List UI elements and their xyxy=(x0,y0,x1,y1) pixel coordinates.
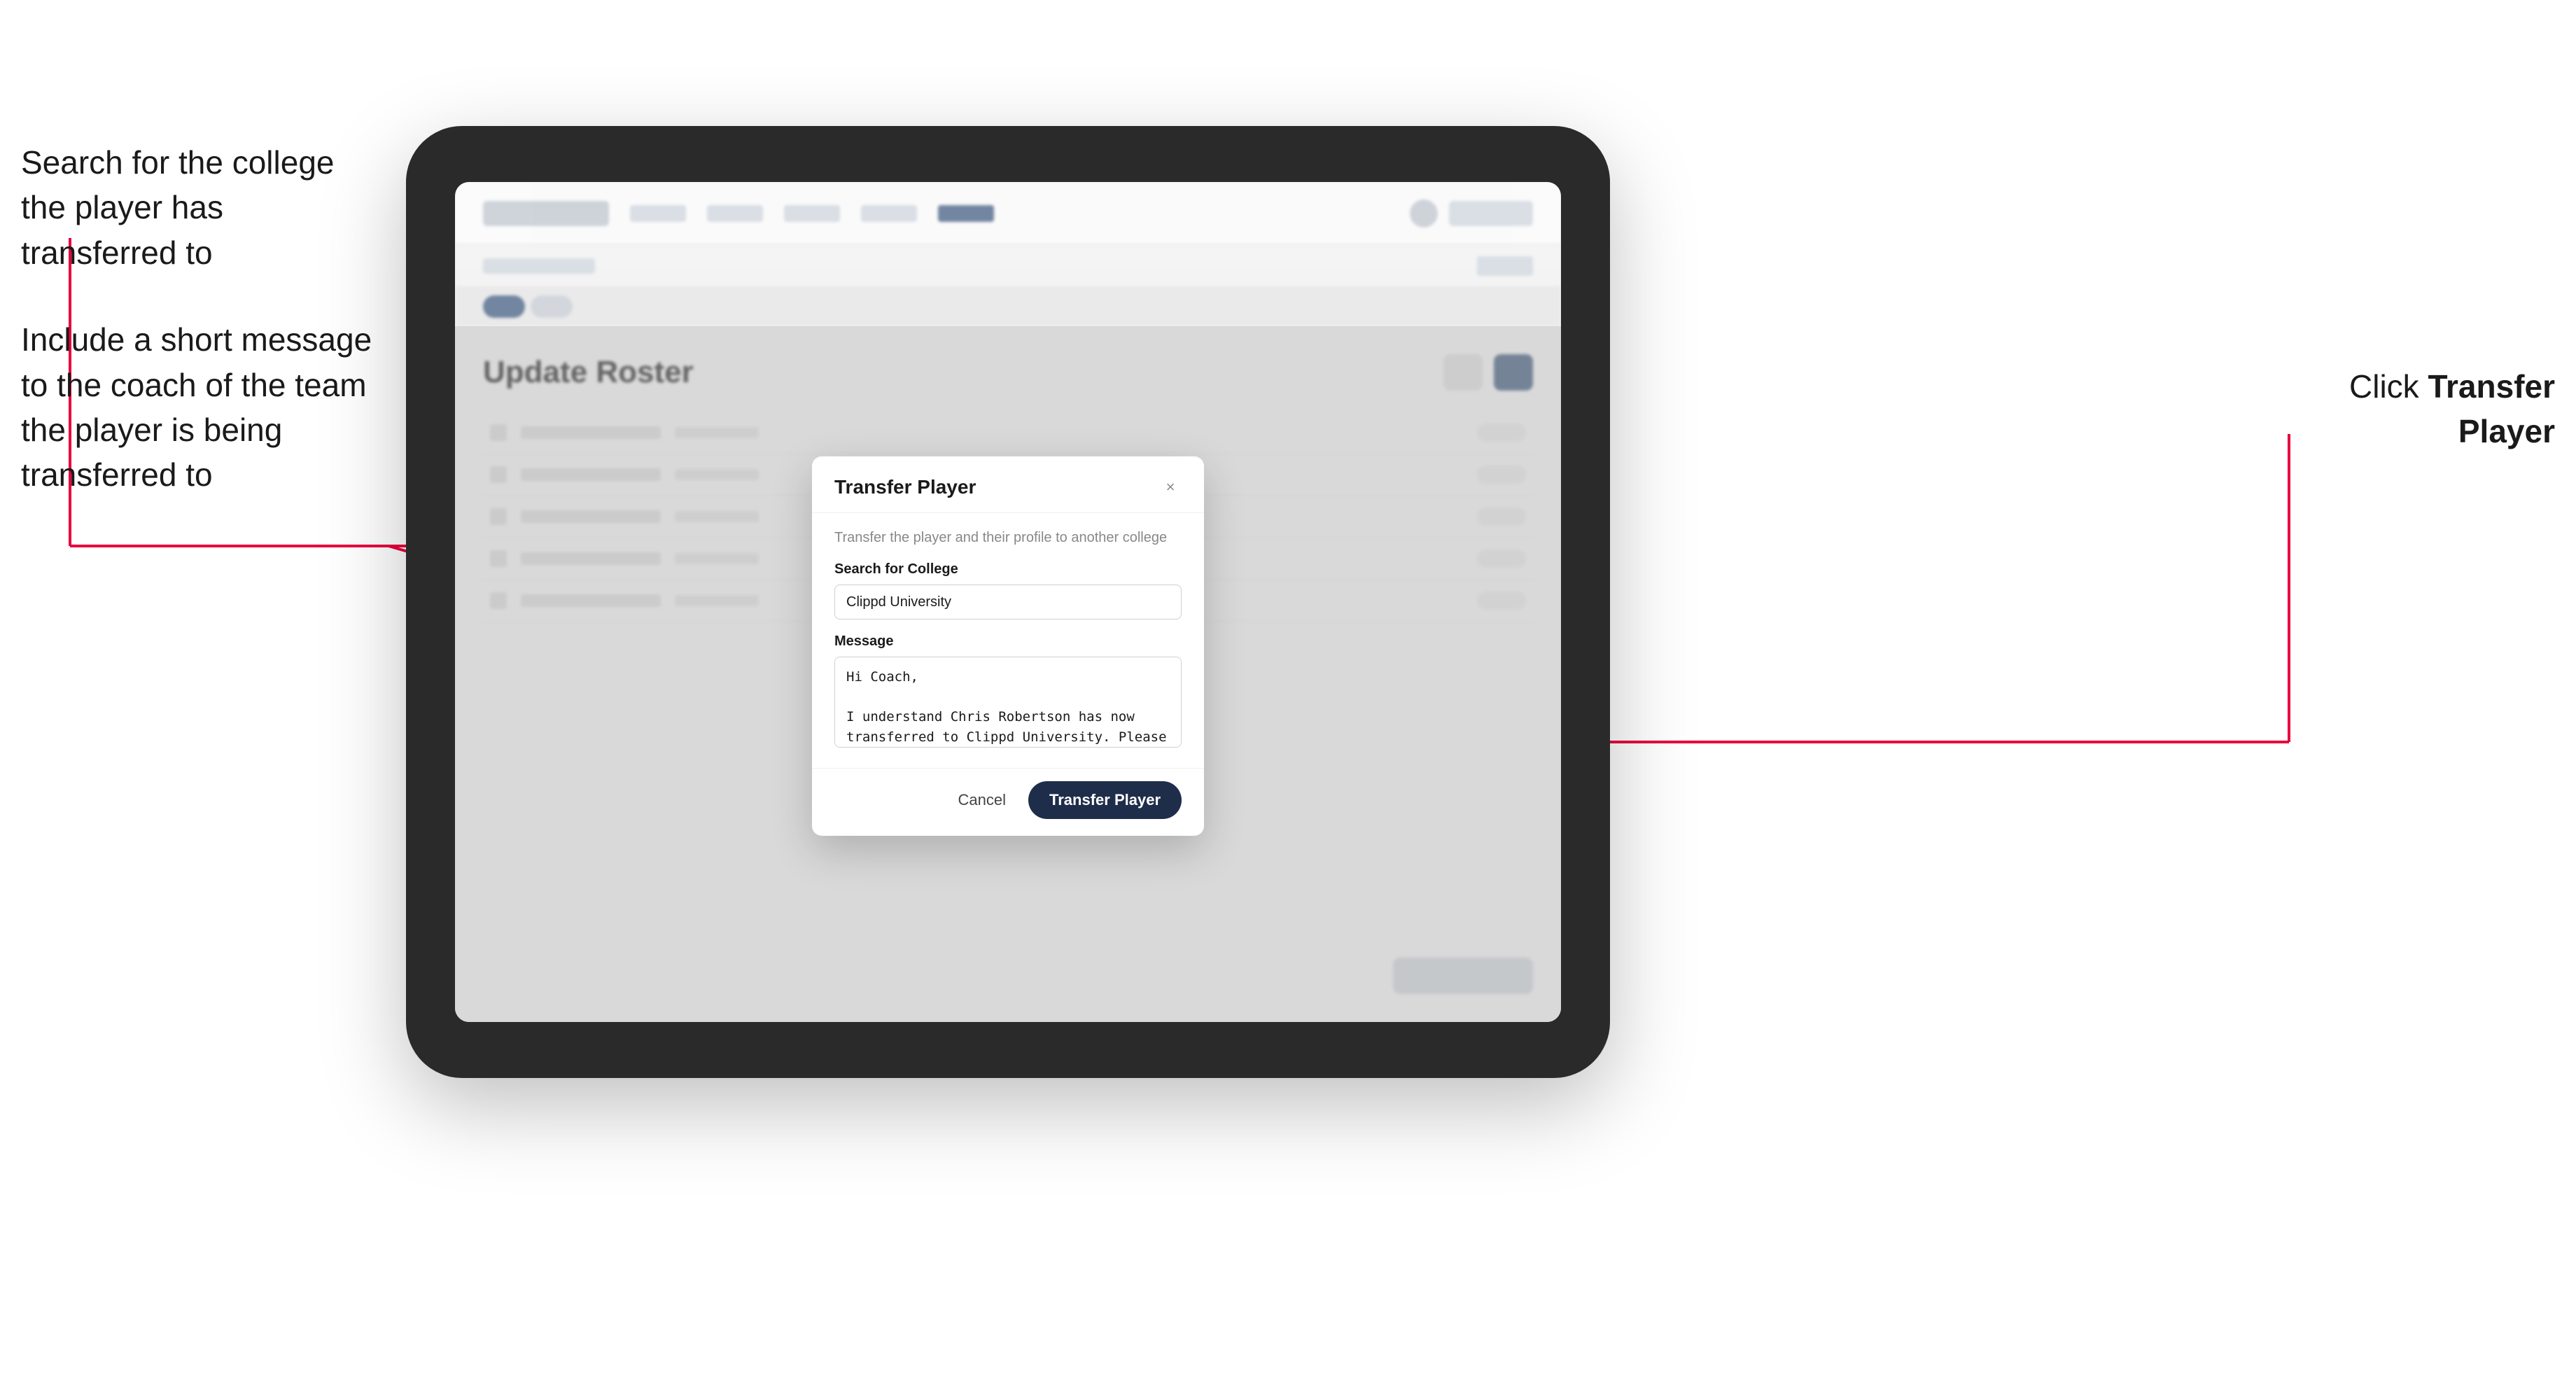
transfer-player-button[interactable]: Transfer Player xyxy=(1028,781,1182,819)
dialog-close-button[interactable]: × xyxy=(1159,476,1182,498)
tab-inactive-1 xyxy=(531,295,573,318)
annotation-search-text: Search for the college the player has tr… xyxy=(21,140,385,275)
nav-button xyxy=(1449,201,1533,226)
sub-header xyxy=(455,245,1561,287)
dialog-footer: Cancel Transfer Player xyxy=(812,768,1204,836)
tablet-frame: Update Roster xyxy=(406,126,1610,1078)
filter-tabs xyxy=(455,287,1561,326)
sub-item-1 xyxy=(483,258,595,274)
annotation-right: Click Transfer Player xyxy=(2261,364,2555,454)
sub-right-btn xyxy=(1477,256,1533,276)
search-college-label: Search for College xyxy=(834,561,1182,578)
annotation-left: Search for the college the player has tr… xyxy=(21,140,385,540)
nav-item-community xyxy=(630,205,686,222)
annotation-click-text: Click Transfer Player xyxy=(2261,364,2555,454)
tab-active xyxy=(483,295,525,318)
dialog-body: Transfer the player and their profile to… xyxy=(812,513,1204,768)
dialog-title: Transfer Player xyxy=(834,476,976,498)
dialog-header: Transfer Player × xyxy=(812,456,1204,513)
annotation-message-text: Include a short message to the coach of … xyxy=(21,317,385,498)
cancel-button[interactable]: Cancel xyxy=(947,784,1017,816)
message-label: Message xyxy=(834,634,1182,650)
app-navbar xyxy=(455,182,1561,245)
nav-right xyxy=(1410,200,1533,227)
nav-item-team xyxy=(707,205,763,222)
nav-avatar xyxy=(1410,200,1438,227)
nav-item-film xyxy=(861,205,917,222)
nav-item-roster xyxy=(938,205,994,222)
dialog-subtitle: Transfer the player and their profile to… xyxy=(834,530,1182,546)
nav-item-matches xyxy=(784,205,840,222)
message-textarea[interactable]: Hi Coach, I understand Chris Robertson h… xyxy=(834,657,1182,748)
transfer-player-dialog: Transfer Player × Transfer the player an… xyxy=(812,456,1204,836)
dialog-overlay: Transfer Player × Transfer the player an… xyxy=(455,326,1561,1022)
search-college-input[interactable] xyxy=(834,584,1182,620)
nav-logo xyxy=(483,201,609,226)
tablet-screen: Update Roster xyxy=(455,182,1561,1022)
